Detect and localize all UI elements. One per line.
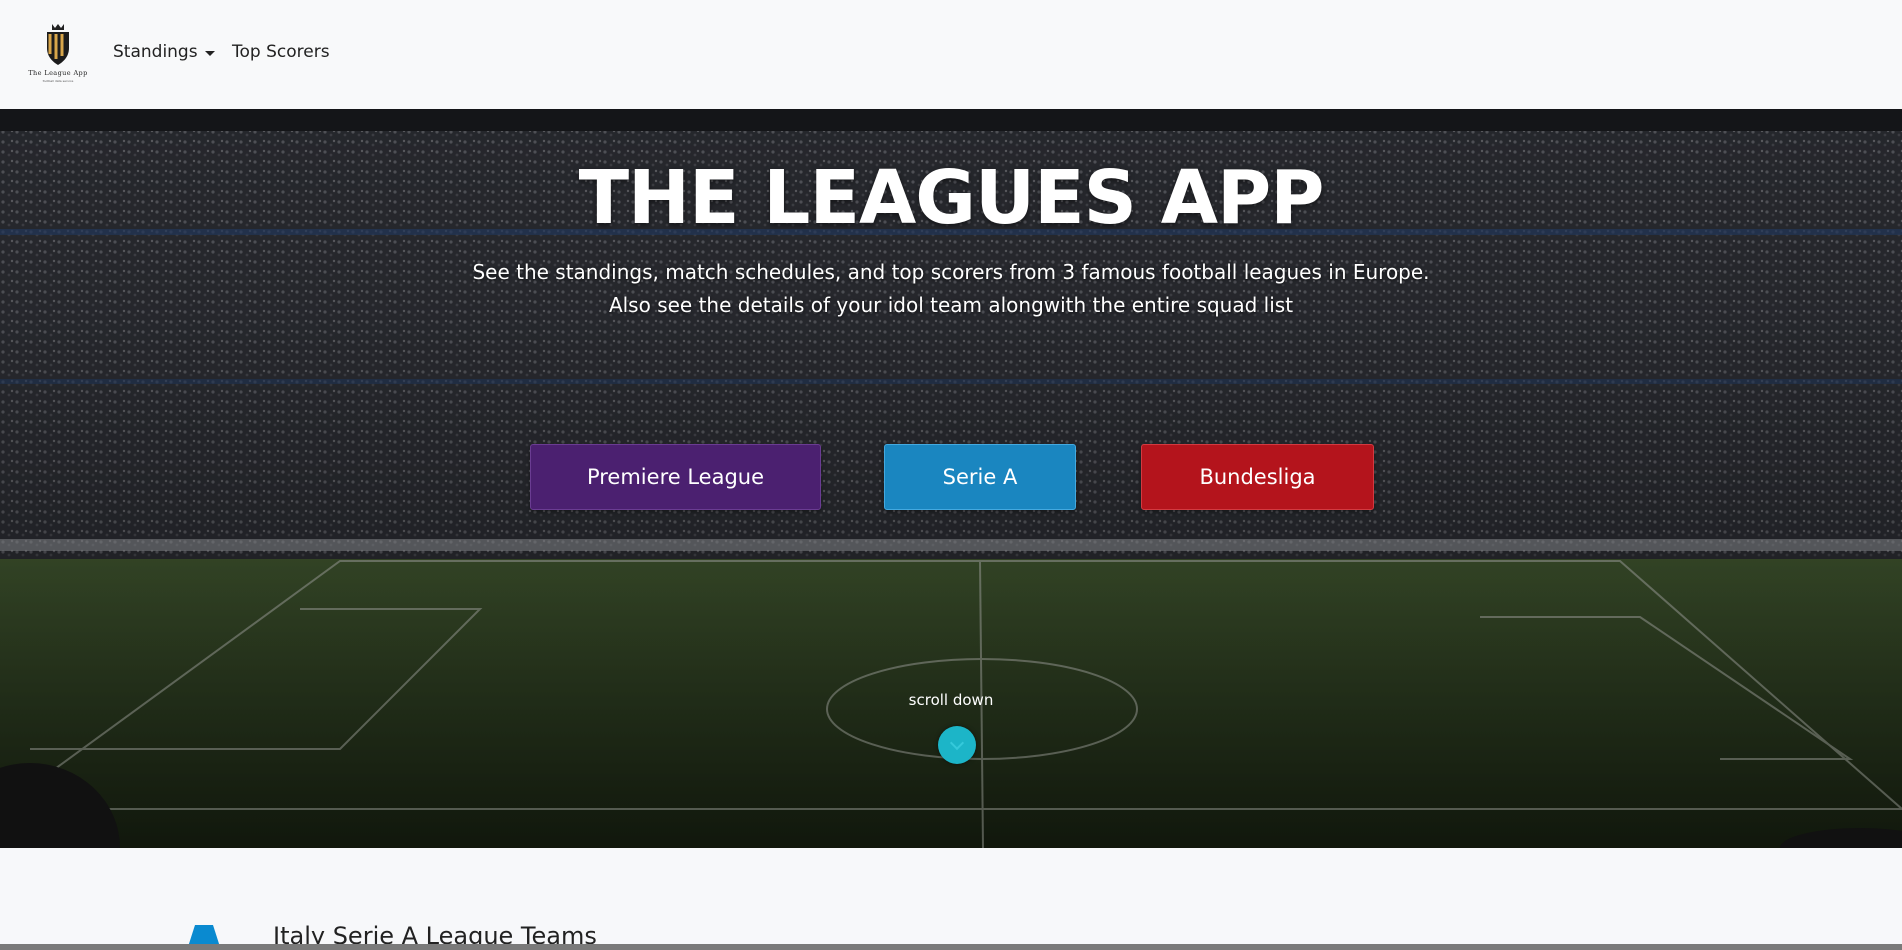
hero-title: THE LEAGUES APP xyxy=(578,155,1325,241)
horizontal-scrollbar[interactable] xyxy=(0,944,1902,950)
chevron-down-icon xyxy=(949,735,965,751)
hero-subtitle-line-2: Also see the details of your idol team a… xyxy=(608,293,1294,317)
navbar: The League App football data service Sta… xyxy=(0,0,1902,109)
brand-subtext: football data service xyxy=(42,79,74,83)
chevron-down-icon[interactable] xyxy=(205,51,215,56)
bundesliga-button[interactable]: Bundesliga xyxy=(1141,444,1374,510)
brand-logo[interactable]: The League App football data service xyxy=(22,21,94,85)
premier-league-button[interactable]: Premiere League xyxy=(530,444,821,510)
brand-name: The League App xyxy=(28,69,88,77)
hero-banner: THE LEAGUES APP See the standings, match… xyxy=(0,109,1902,848)
serie-a-teams-section: Italy Serie A League Teams xyxy=(0,848,1902,950)
serie-a-button[interactable]: Serie A xyxy=(884,444,1076,510)
crest-icon xyxy=(47,24,69,65)
nav-top-scorers[interactable]: Top Scorers xyxy=(232,42,330,62)
nav-standings-dropdown[interactable]: Standings xyxy=(113,42,198,62)
scroll-down-button[interactable] xyxy=(938,726,976,764)
hero-subtitle-line-1: See the standings, match schedules, and … xyxy=(472,260,1430,284)
scroll-down-label: scroll down xyxy=(908,691,994,709)
